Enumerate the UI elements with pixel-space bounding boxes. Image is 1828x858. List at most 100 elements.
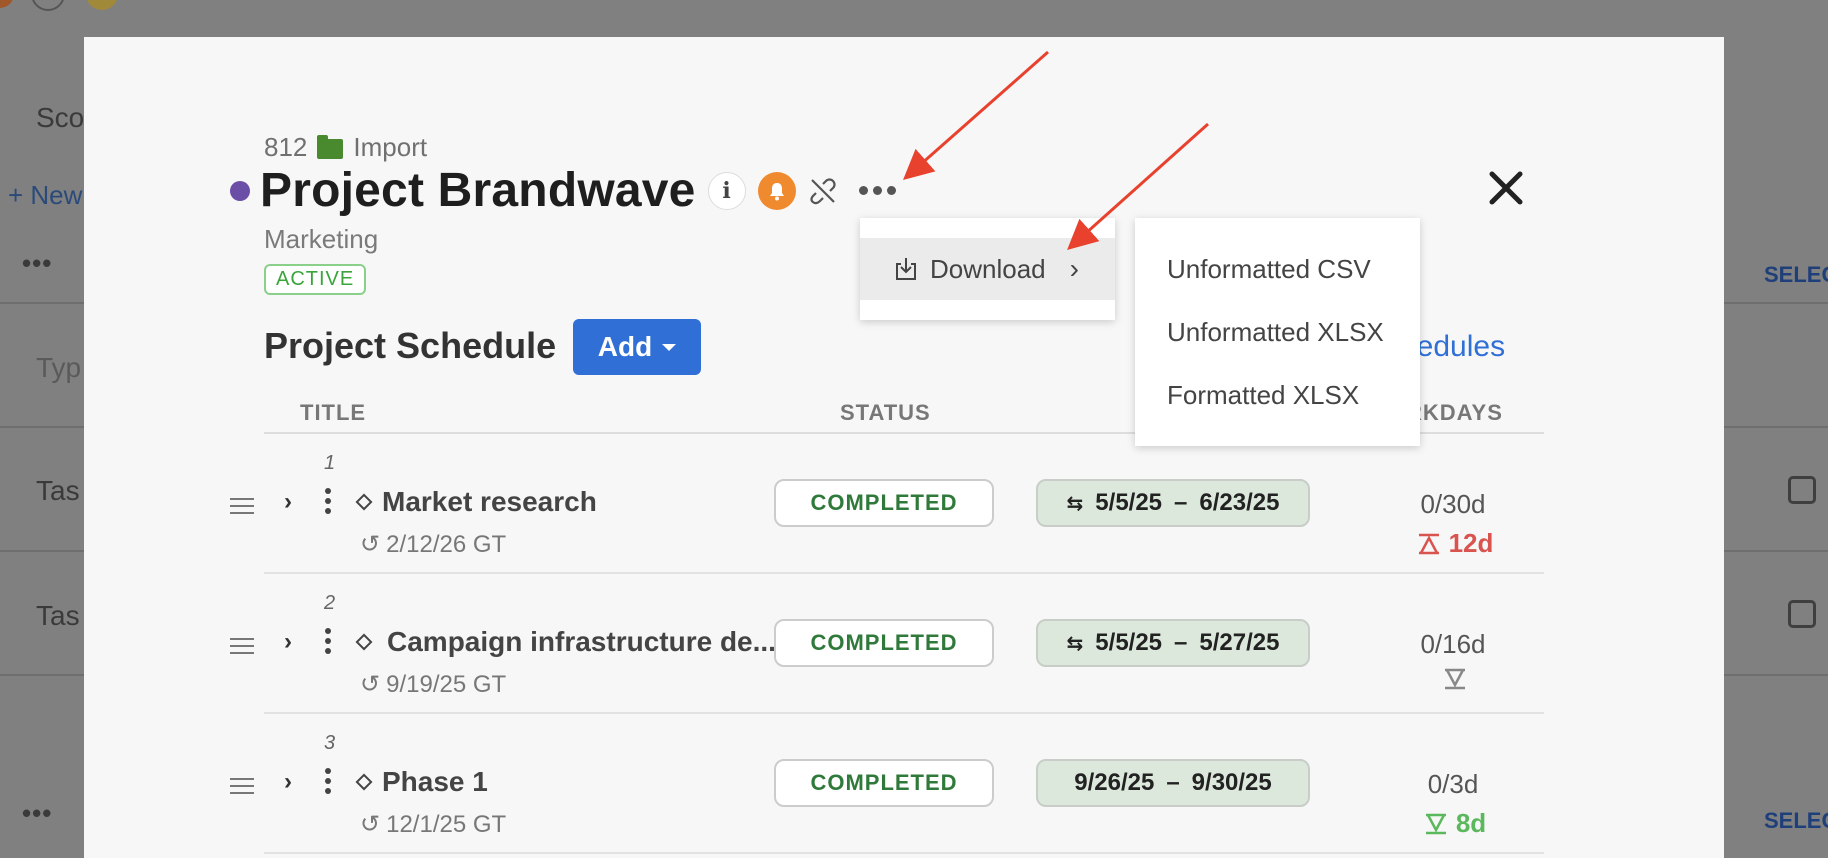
range-separator: –	[1166, 769, 1180, 796]
range-end: 6/23/25	[1199, 489, 1280, 516]
link-schedule-icon: ⇆	[1066, 492, 1084, 515]
drag-handle-icon[interactable]	[230, 638, 254, 659]
menu-item-unformatted-xlsx[interactable]: Unformatted XLSX	[1167, 317, 1384, 348]
date-range-pill[interactable]: ⇆ 5/5/25 – 5/27/25	[1036, 619, 1310, 667]
hourglass-down-icon	[1445, 668, 1465, 690]
unlink-icon-graphic	[809, 177, 836, 204]
range-end: 5/27/25	[1199, 629, 1280, 656]
bell-icon-graphic	[769, 182, 784, 200]
workdays-delta-text: 12d	[1448, 528, 1494, 558]
background-select-link: SELEC	[1764, 262, 1828, 287]
menu-item-download[interactable]: Download ›	[860, 238, 1115, 300]
more-options-icon[interactable]	[856, 172, 900, 210]
chevron-right-icon[interactable]: ›	[284, 768, 292, 796]
chevron-right-icon: ›	[1069, 253, 1079, 284]
background-toolbar-icon-strip: ✕ •••	[0, 0, 215, 11]
row-divider	[264, 572, 1544, 574]
task-date-text: 12/1/25 GT	[386, 810, 507, 838]
task-date: ↺ 2/12/26 GT	[360, 530, 506, 559]
row-menu-icon[interactable]	[325, 628, 331, 654]
range-start: 9/26/25	[1074, 769, 1155, 796]
project-color-dot	[230, 180, 250, 201]
background-more-icon: •••	[22, 248, 53, 278]
column-header-workdays[interactable]: RKDAYS	[1406, 400, 1503, 426]
add-button-label: Add	[597, 331, 653, 362]
background-checkbox	[1788, 476, 1816, 504]
background-checkbox	[1788, 600, 1816, 628]
project-title: Project Brandwave	[260, 164, 696, 217]
range-separator: –	[1174, 629, 1188, 656]
row-number: 1	[324, 452, 336, 474]
more-dots	[859, 186, 897, 195]
project-department: Marketing	[264, 224, 379, 254]
more-options-menu: Download ›	[860, 218, 1115, 320]
background-select-link: SELEC	[1764, 808, 1828, 833]
background-heading: Sco	[36, 102, 85, 133]
chevron-right-icon[interactable]: ›	[284, 488, 292, 516]
menu-item-formatted-xlsx[interactable]: Formatted XLSX	[1167, 380, 1359, 411]
row-number: 2	[324, 592, 336, 614]
column-header-title[interactable]: TITLE	[300, 400, 366, 426]
info-icon[interactable]: i	[707, 171, 746, 210]
task-title[interactable]: Market research	[382, 486, 597, 518]
download-submenu: Unformatted CSV Unformatted XLSX Formatt…	[1135, 218, 1420, 446]
row-number: 3	[324, 732, 336, 754]
status-pill[interactable]: COMPLETED	[774, 479, 994, 527]
workdays-delta: 12d	[1400, 528, 1510, 559]
range-separator: –	[1174, 489, 1188, 516]
workdays-delta: 8d	[1400, 808, 1510, 839]
workdays-delta	[1400, 668, 1510, 690]
workdays-delta-text: 8d	[1455, 808, 1487, 838]
date-range-pill[interactable]: ⇆ 5/5/25 – 6/23/25	[1036, 479, 1310, 527]
add-button[interactable]: Add	[573, 319, 701, 375]
range-end: 9/30/25	[1191, 769, 1272, 796]
unlink-icon[interactable]	[804, 172, 842, 210]
background-search-input: Typ	[36, 352, 82, 383]
task-date: ↺ 9/19/25 GT	[360, 670, 506, 699]
caret-down-icon	[662, 343, 677, 351]
row-divider	[264, 852, 1544, 854]
link-schedule-icon: ⇆	[1066, 632, 1084, 655]
hourglass-up-icon	[1418, 533, 1439, 554]
row-divider	[264, 712, 1544, 714]
section-title: Project Schedule	[264, 325, 557, 366]
svg-text:•••: •••	[192, 0, 215, 1]
svg-text:✕: ✕	[140, 0, 155, 4]
close-icon[interactable]	[1486, 168, 1526, 208]
breadcrumb: 812 Import	[264, 132, 427, 163]
history-icon: ↺	[360, 531, 381, 558]
task-title[interactable]: Campaign infrastructure de...	[387, 626, 776, 658]
hourglass-down-icon	[1425, 813, 1446, 834]
folder-icon	[317, 134, 344, 159]
status-pill[interactable]: COMPLETED	[774, 619, 994, 667]
task-date-text: 2/12/26 GT	[386, 530, 507, 558]
project-number: 812	[264, 132, 308, 162]
download-icon	[896, 258, 916, 280]
workdays-value: 0/3d	[1427, 769, 1479, 799]
task-date-text: 9/19/25 GT	[386, 670, 507, 698]
workdays-value: 0/30d	[1420, 489, 1486, 519]
menu-item-download-label: Download	[930, 253, 1046, 284]
row-menu-icon[interactable]	[325, 488, 331, 514]
chevron-right-icon[interactable]: ›	[284, 628, 292, 656]
drag-handle-icon[interactable]	[230, 778, 254, 799]
date-range-pill[interactable]: 9/26/25 – 9/30/25	[1036, 759, 1310, 807]
row-menu-icon[interactable]	[325, 768, 331, 794]
task-date: ↺ 12/1/25 GT	[360, 810, 506, 839]
folder-link[interactable]: Import	[353, 132, 427, 163]
workdays-value: 0/16d	[1420, 629, 1486, 659]
menu-item-unformatted-csv[interactable]: Unformatted CSV	[1167, 254, 1371, 285]
background-task-row: Tas	[36, 475, 80, 506]
range-start: 5/5/25	[1095, 629, 1163, 656]
status-pill[interactable]: COMPLETED	[774, 759, 994, 807]
project-title-row: Project Brandwave i	[230, 163, 900, 218]
history-icon: ↺	[360, 671, 381, 698]
background-task-row: Tas	[36, 600, 80, 631]
task-title[interactable]: Phase 1	[382, 766, 488, 798]
range-start: 5/5/25	[1095, 489, 1163, 516]
background-more-icon: •••	[22, 798, 53, 828]
background-toolbar-icons: ✕ •••	[0, 0, 220, 14]
drag-handle-icon[interactable]	[230, 498, 254, 519]
bell-icon[interactable]	[757, 171, 796, 210]
column-header-status[interactable]: STATUS	[840, 400, 931, 426]
